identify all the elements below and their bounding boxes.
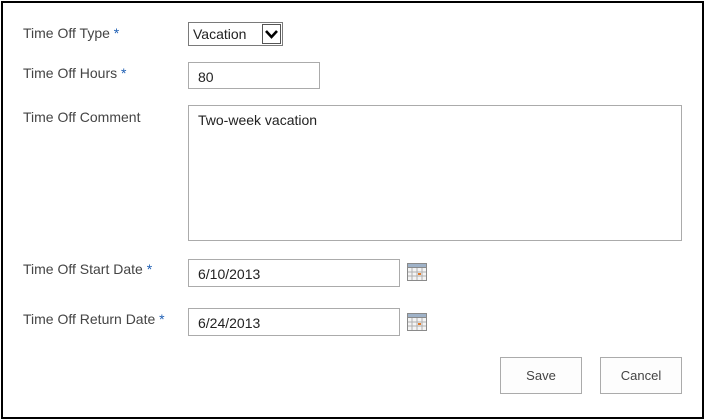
time-off-comment-label: Time Off Comment [23, 109, 140, 125]
time-off-start-date-label: Time Off Start Date * [23, 261, 152, 277]
calendar-icon[interactable] [407, 263, 427, 281]
required-marker: * [146, 261, 153, 277]
time-off-comment-label-text: Time Off Comment [23, 109, 141, 125]
time-off-return-date-label-text: Time Off Return Date [23, 311, 156, 327]
required-marker: * [121, 65, 127, 81]
required-marker: * [113, 25, 120, 41]
time-off-start-date-label-text: Time Off Start Date [23, 261, 143, 277]
time-off-form-panel: Time Off Type * Vacation Time Off Hours … [1, 1, 704, 419]
time-off-type-selected-value: Vacation [193, 26, 247, 42]
time-off-hours-input[interactable]: 80 [188, 62, 320, 89]
required-marker: * [159, 311, 165, 327]
time-off-hours-label: Time Off Hours * [23, 65, 126, 81]
time-off-return-date-value: 6/24/2013 [198, 315, 261, 331]
time-off-type-label-text: Time Off Type [23, 25, 110, 41]
cancel-button[interactable]: Cancel [600, 357, 682, 394]
time-off-comment-value: Two-week vacation [198, 112, 318, 128]
time-off-start-date-value: 6/10/2013 [198, 266, 261, 282]
time-off-return-date-input[interactable]: 6/24/2013 [188, 308, 400, 336]
time-off-start-date-input[interactable]: 6/10/2013 [188, 259, 400, 287]
chevron-down-icon[interactable] [262, 24, 281, 44]
time-off-type-select[interactable]: Vacation [188, 22, 283, 46]
time-off-hours-label-text: Time Off Hours [23, 65, 118, 81]
save-button[interactable]: Save [500, 357, 582, 394]
time-off-type-label: Time Off Type * [23, 25, 119, 41]
time-off-comment-textarea[interactable]: Two-week vacation [188, 105, 682, 241]
calendar-icon[interactable] [407, 313, 427, 331]
time-off-hours-value: 80 [198, 69, 214, 85]
time-off-return-date-label: Time Off Return Date * [23, 311, 165, 327]
